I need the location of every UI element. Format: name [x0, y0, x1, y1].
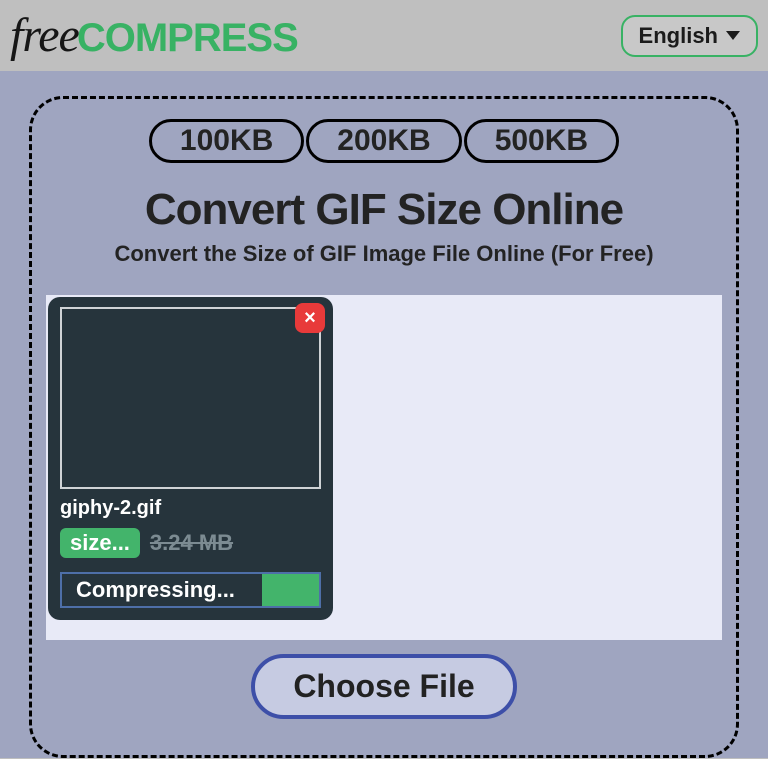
close-icon: ×	[304, 308, 316, 328]
page-container: 100KB 200KB 500KB Convert GIF Size Onlin…	[0, 71, 768, 758]
page-subtitle: Convert the Size of GIF Image File Onlin…	[32, 241, 736, 267]
brand-logo: free COMPRESS	[10, 8, 298, 63]
language-label: English	[639, 23, 718, 49]
progress-bar: Compressing...	[60, 572, 321, 608]
caret-down-icon	[726, 31, 740, 40]
file-stage: × giphy-2.gif size... 3.24 MB Compressin…	[46, 295, 722, 640]
preset-200kb[interactable]: 200KB	[306, 119, 461, 163]
size-row: size... 3.24 MB	[60, 528, 321, 558]
preset-500kb[interactable]: 500KB	[464, 119, 619, 163]
original-size: 3.24 MB	[150, 530, 233, 556]
file-card: × giphy-2.gif size... 3.24 MB Compressin…	[48, 297, 333, 620]
compressed-size-badge: size...	[60, 528, 140, 558]
file-thumbnail: ×	[60, 307, 321, 489]
size-presets: 100KB 200KB 500KB	[32, 119, 736, 163]
page-title: Convert GIF Size Online	[32, 185, 736, 235]
remove-file-button[interactable]: ×	[295, 303, 325, 333]
choose-file-button[interactable]: Choose File	[251, 654, 516, 719]
preset-100kb[interactable]: 100KB	[149, 119, 304, 163]
logo-compress-text: COMPRESS	[77, 16, 298, 61]
progress-label: Compressing...	[62, 577, 235, 603]
progress-fill	[262, 574, 319, 606]
logo-free-text: free	[10, 8, 79, 63]
upload-panel: 100KB 200KB 500KB Convert GIF Size Onlin…	[29, 96, 739, 758]
file-name: giphy-2.gif	[60, 497, 321, 520]
language-selector[interactable]: English	[621, 15, 758, 57]
header: free COMPRESS English	[0, 0, 768, 71]
